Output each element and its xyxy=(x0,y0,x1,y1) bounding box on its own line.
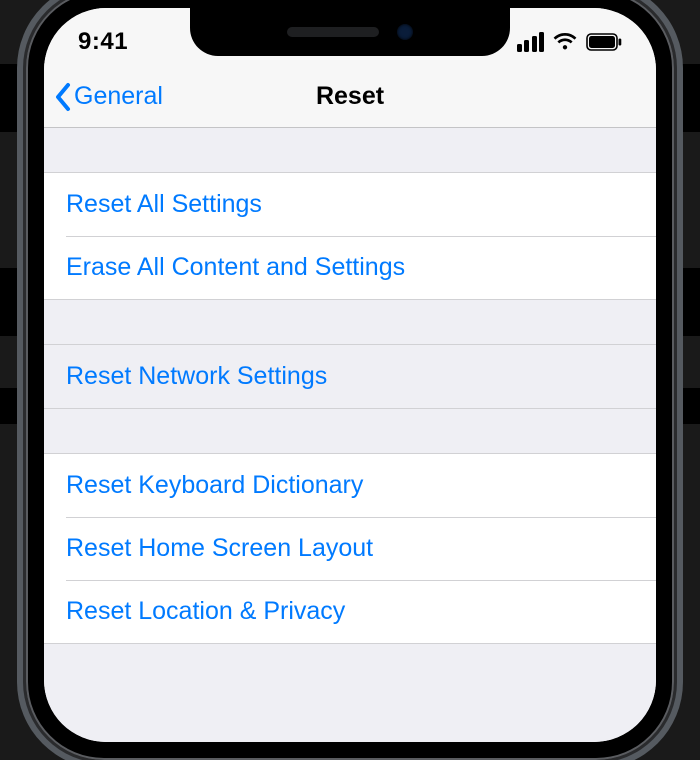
back-button-label: General xyxy=(74,82,163,111)
row-label: Reset Home Screen Layout xyxy=(66,534,373,562)
battery-icon xyxy=(586,33,622,51)
status-time: 9:41 xyxy=(78,28,128,56)
row-reset-location-privacy[interactable]: Reset Location & Privacy xyxy=(44,580,656,643)
row-reset-network[interactable]: Reset Network Settings xyxy=(44,345,656,408)
row-label: Reset Location & Privacy xyxy=(66,597,345,625)
chevron-left-icon xyxy=(54,82,72,112)
group-spacer xyxy=(44,409,656,453)
status-indicators xyxy=(517,32,623,52)
wifi-icon xyxy=(552,32,578,52)
row-label: Reset Keyboard Dictionary xyxy=(66,471,363,499)
row-reset-keyboard[interactable]: Reset Keyboard Dictionary xyxy=(44,454,656,517)
page-title: Reset xyxy=(316,82,384,111)
row-reset-all-settings[interactable]: Reset All Settings xyxy=(44,173,656,236)
group-spacer xyxy=(44,300,656,344)
settings-content: Reset All Settings Erase All Content and… xyxy=(44,128,656,742)
row-reset-home-screen[interactable]: Reset Home Screen Layout xyxy=(44,517,656,580)
row-erase-all[interactable]: Erase All Content and Settings xyxy=(44,236,656,299)
cellular-signal-icon xyxy=(517,32,545,52)
settings-group: Reset Keyboard Dictionary Reset Home Scr… xyxy=(44,453,656,644)
settings-group: Reset All Settings Erase All Content and… xyxy=(44,172,656,300)
phone-frame: 9:41 xyxy=(26,0,674,760)
settings-group: Reset Network Settings xyxy=(44,344,656,409)
phone-notch xyxy=(190,8,510,56)
row-label: Reset All Settings xyxy=(66,190,262,218)
group-spacer xyxy=(44,128,656,172)
back-button[interactable]: General xyxy=(54,66,163,127)
row-label: Erase All Content and Settings xyxy=(66,253,405,281)
navigation-bar: General Reset xyxy=(44,66,656,128)
earpiece-speaker xyxy=(287,27,379,37)
phone-screen: 9:41 xyxy=(44,8,656,742)
front-camera xyxy=(397,24,413,40)
row-label: Reset Network Settings xyxy=(66,362,327,390)
